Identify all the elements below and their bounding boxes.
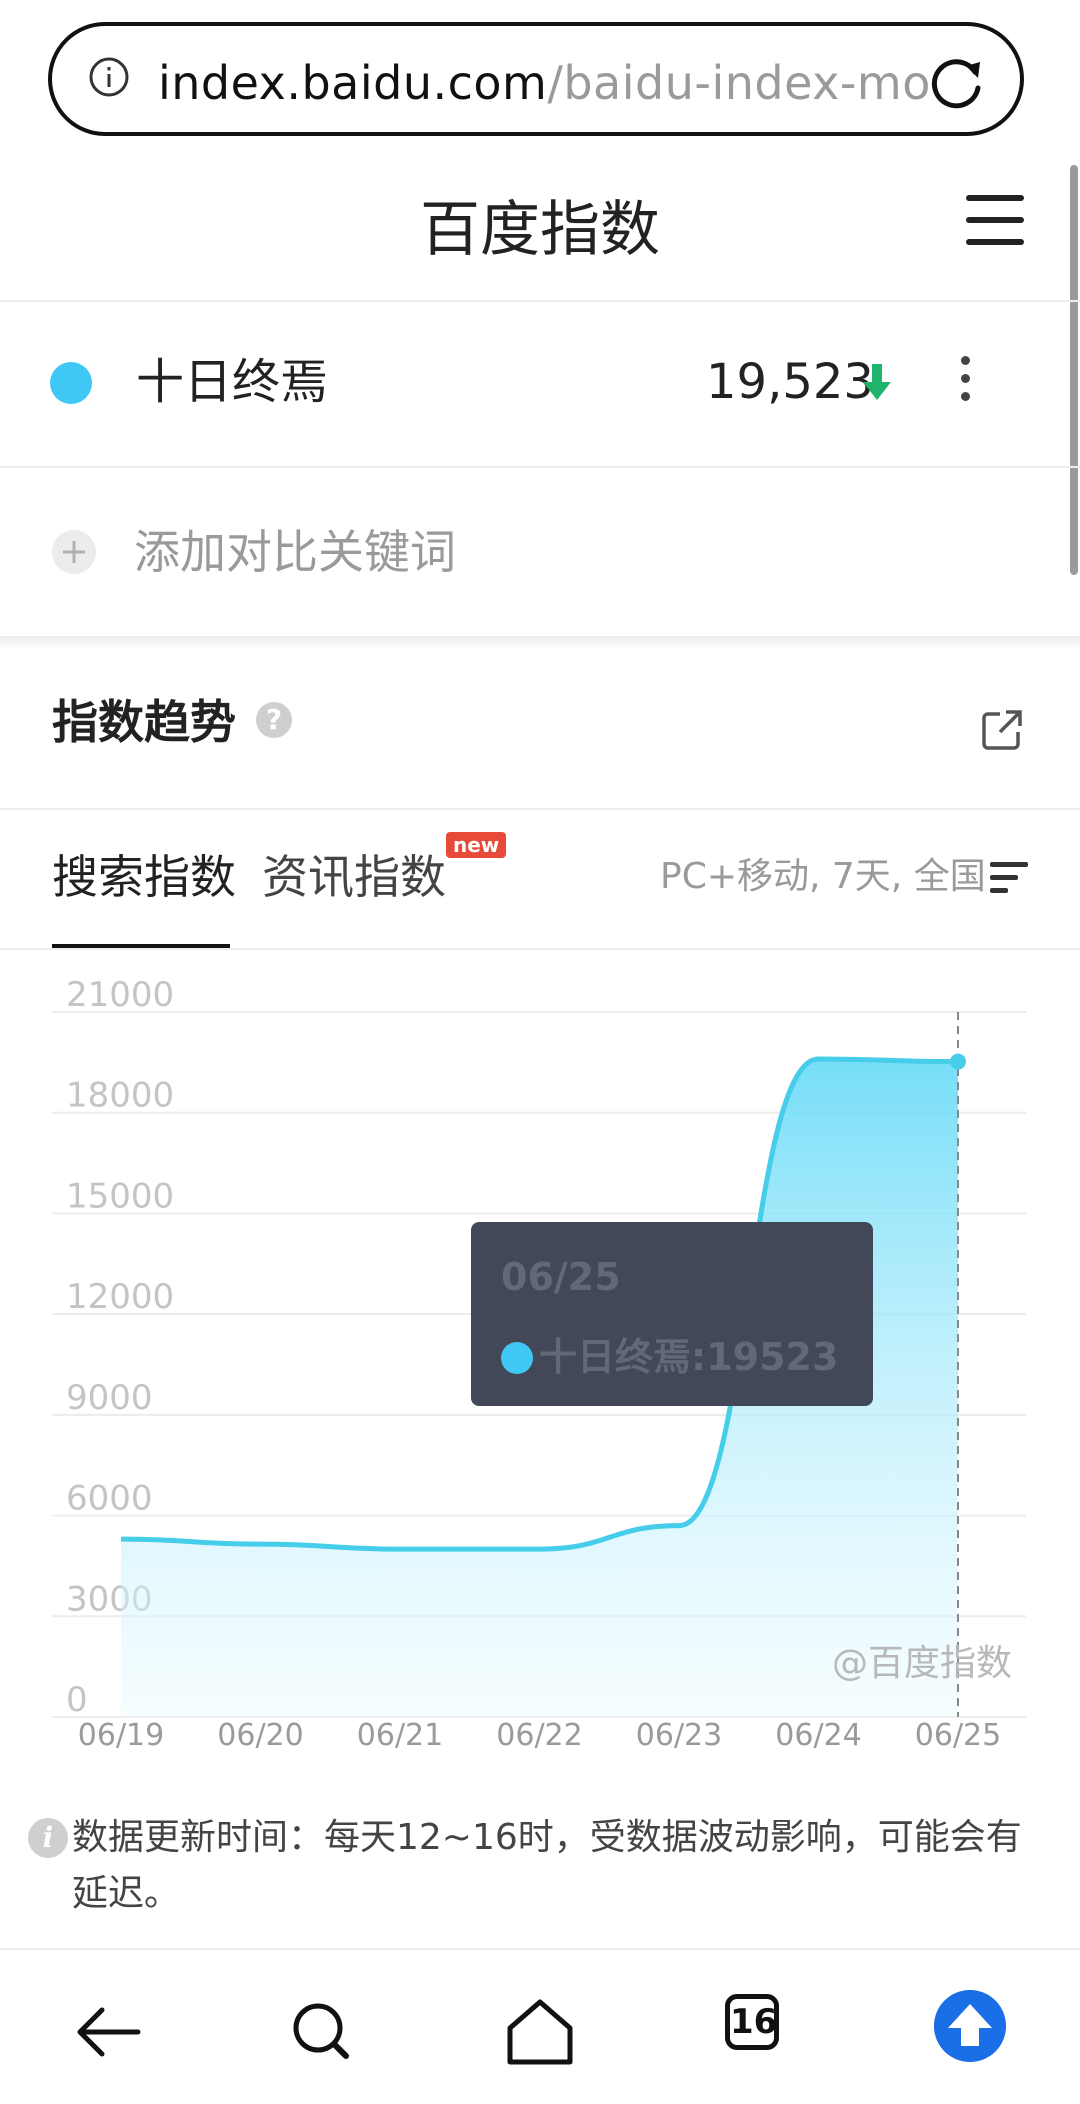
tabs-count-button[interactable]: 16	[725, 1994, 779, 2050]
divider	[0, 466, 1080, 468]
y-tick-label: 6000	[66, 1479, 153, 1519]
keyword-name: 十日终焉	[136, 354, 329, 410]
more-options-icon[interactable]	[958, 354, 972, 404]
keyword-color-dot	[50, 362, 92, 404]
filter-summary[interactable]: PC+移动, 7天, 全国	[660, 852, 986, 902]
section-separator	[0, 636, 1080, 650]
reload-icon[interactable]	[926, 52, 988, 114]
info-icon[interactable]	[88, 56, 130, 98]
x-tick-label: 06/25	[915, 1718, 1001, 1753]
home-icon[interactable]	[500, 1992, 580, 2072]
y-tick-label: 18000	[66, 1076, 174, 1116]
info-icon: i	[28, 1818, 68, 1858]
new-badge: new	[446, 832, 507, 858]
menu-icon[interactable]	[966, 195, 1024, 245]
bottom-navigation: 16	[0, 1948, 1080, 2104]
tab-news-index[interactable]: 资讯指数	[262, 845, 446, 909]
tab-search-index[interactable]: 搜索指数	[52, 845, 236, 909]
keyword-index-value: 19,523	[706, 354, 874, 410]
y-tick-label: 15000	[66, 1176, 174, 1216]
x-tick-label: 06/23	[636, 1718, 722, 1753]
divider	[0, 300, 1080, 302]
divider	[0, 808, 1080, 810]
share-external-icon[interactable]	[980, 708, 1024, 752]
back-arrow-icon[interactable]	[68, 1992, 148, 2072]
x-tick-label: 06/24	[775, 1718, 861, 1753]
tooltip-series-dot	[501, 1342, 533, 1374]
tooltip-date: 06/25	[501, 1255, 621, 1299]
x-tick-label: 06/19	[78, 1718, 164, 1753]
plus-icon	[52, 530, 96, 574]
chart-tooltip: 06/25 十日终焉:19523	[471, 1222, 873, 1406]
address-bar[interactable]: index.baidu.com/baidu-index-mo	[48, 22, 1024, 136]
section-title: 指数趋势	[52, 695, 236, 749]
filter-icon[interactable]	[990, 862, 1028, 894]
y-tick-label: 12000	[66, 1277, 174, 1317]
y-tick-label: 9000	[66, 1378, 153, 1418]
help-icon[interactable]: ?	[256, 702, 292, 738]
highlight-data-point	[950, 1053, 966, 1070]
x-tick-label: 06/20	[217, 1718, 303, 1753]
add-compare-label: 添加对比关键词	[134, 525, 456, 579]
search-icon[interactable]	[282, 1992, 362, 2072]
watermark: @百度指数	[832, 1643, 1013, 1684]
y-tick-label: 0	[66, 1680, 88, 1720]
tooltip-series-value: 十日终焉:19523	[539, 1335, 839, 1379]
divider	[0, 948, 1080, 950]
x-tick-label: 06/21	[357, 1718, 443, 1753]
update-note: 数据更新时间：每天12~16时，受数据波动影响，可能会有延迟。	[72, 1817, 1022, 1914]
y-tick-label: 21000	[66, 975, 174, 1015]
url-host: index.baidu.com	[158, 56, 548, 110]
page-title: 百度指数	[420, 195, 660, 265]
url-text[interactable]: index.baidu.com/baidu-index-mo	[158, 56, 938, 110]
url-path: /baidu-index-mo	[547, 56, 931, 110]
x-tick-label: 06/22	[496, 1718, 582, 1753]
trend-down-arrow-icon	[863, 364, 891, 400]
scroll-to-top-icon[interactable]	[934, 1990, 1006, 2062]
